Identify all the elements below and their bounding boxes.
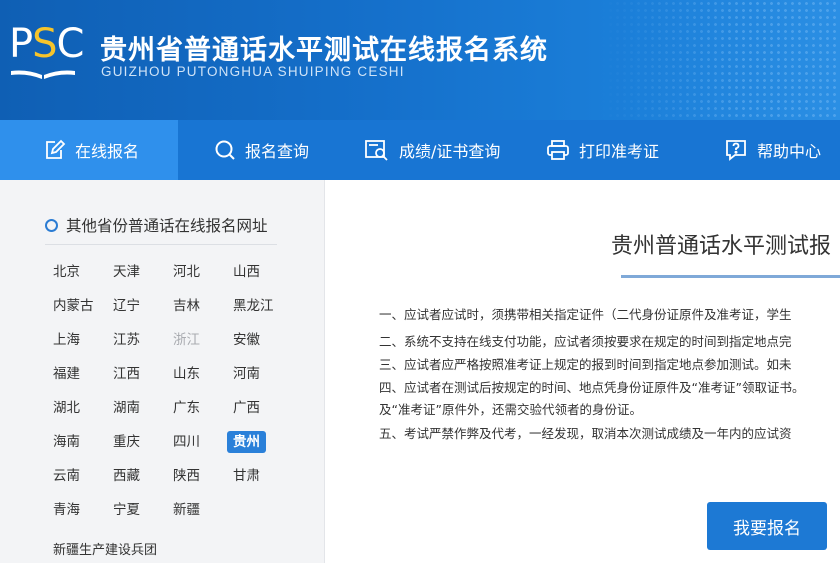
province-link[interactable]: 西藏 (107, 465, 146, 487)
province-link[interactable]: 新疆生产建设兵团 (47, 540, 163, 562)
province-link[interactable]: 重庆 (107, 431, 146, 453)
nav-online-registration[interactable]: 在线报名 (0, 120, 178, 180)
province-link[interactable]: 北京 (47, 261, 86, 283)
province-link[interactable]: 湖南 (107, 397, 146, 419)
province-link[interactable]: 黑龙江 (227, 295, 280, 317)
notice-line: 一、应试者应试时，须携带相关指定证件（二代身份证原件及准考证，学生 (379, 307, 792, 322)
province-link[interactable]: 内蒙古 (47, 295, 100, 317)
province-link[interactable]: 天津 (107, 261, 146, 283)
province-link[interactable]: 广西 (227, 397, 266, 419)
province-link[interactable]: 云南 (47, 465, 86, 487)
province-link[interactable]: 陕西 (167, 465, 206, 487)
province-link[interactable]: 山东 (167, 363, 206, 385)
province-link[interactable]: 甘肃 (227, 465, 266, 487)
province-link[interactable]: 海南 (47, 431, 86, 453)
province-link[interactable]: 广东 (167, 397, 206, 419)
province-link[interactable]: 河南 (227, 363, 266, 385)
site-header: PSC 贵州省普通话水平测试在线报名系统 GUIZHOU PUTONGHUA S… (0, 0, 840, 120)
printer-icon (547, 140, 569, 160)
nav-score-certificate-query[interactable]: 成绩/证书查询 (364, 120, 500, 180)
help-icon (726, 140, 746, 161)
province-link-disabled: 浙江 (173, 332, 200, 348)
certificate-search-icon (365, 140, 388, 161)
province-link[interactable]: 四川 (167, 431, 206, 453)
notice-line: 三、应试者应严格按照准考证上规定的报到时间到指定地点参加测试。如未 (379, 357, 792, 372)
province-link[interactable]: 山西 (227, 261, 266, 283)
notice-line: 及“准考证”原件外，还需交验代领者的身份证。 (379, 402, 642, 417)
sidebar-title: 其他省份普通话在线报名网址 (66, 217, 268, 235)
province-link[interactable]: 辽宁 (107, 295, 146, 317)
main-nav: 在线报名 报名查询 成绩/证书查询 打印准考证 帮助中心 (0, 120, 840, 180)
province-link[interactable]: 河北 (167, 261, 206, 283)
title-underline (621, 275, 840, 278)
page-title: 贵州普通话水平测试报 (611, 234, 832, 259)
psc-logo: PSC (9, 21, 84, 82)
nav-print-admission-ticket[interactable]: 打印准考证 (546, 120, 659, 180)
header-dot-map-decoration (600, 0, 840, 120)
open-book-icon (11, 70, 75, 79)
sidebar-header: 其他省份普通话在线报名网址 (45, 214, 268, 236)
province-link[interactable]: 新疆 (167, 499, 206, 521)
site-title: 贵州省普通话水平测试在线报名系统 (100, 35, 548, 66)
search-icon (215, 140, 235, 160)
edit-icon (46, 139, 66, 159)
province-link[interactable]: 上海 (47, 329, 86, 351)
apply-button[interactable]: 我要报名 (707, 502, 827, 550)
province-sidebar: 其他省份普通话在线报名网址 北京 天津 河北 山西 内蒙古 辽宁 吉林 黑龙江 … (0, 180, 325, 563)
psc-logo-text: PSC (9, 21, 84, 67)
province-link[interactable]: 吉林 (167, 295, 206, 317)
province-link[interactable]: 福建 (47, 363, 86, 385)
province-link[interactable]: 湖北 (47, 397, 86, 419)
province-link[interactable]: 青海 (47, 499, 86, 521)
circle-bullet-icon (45, 218, 58, 232)
province-link-active[interactable]: 贵州 (227, 431, 266, 453)
notice-line: 五、考试严禁作弊及代考，一经发现，取消本次测试成绩及一年内的应试资 (379, 426, 792, 441)
sidebar-divider (45, 244, 277, 245)
nav-registration-query[interactable]: 报名查询 (214, 120, 309, 180)
notice-line: 二、系统不支持在线支付功能，应试者须按要求在规定的时间到指定地点完 (379, 334, 792, 349)
site-subtitle: GUIZHOU PUTONGHUA SHUIPING CESHI (101, 64, 405, 79)
province-link[interactable]: 江西 (107, 363, 146, 385)
notice-line: 四、应试者在测试后按规定的时间、地点凭身份证原件及“准考证”领取证书。 (379, 380, 805, 395)
province-link[interactable]: 宁夏 (107, 499, 146, 521)
province-link[interactable]: 安徽 (227, 329, 266, 351)
nav-help-center[interactable]: 帮助中心 (724, 120, 821, 180)
province-link[interactable]: 江苏 (107, 329, 146, 351)
